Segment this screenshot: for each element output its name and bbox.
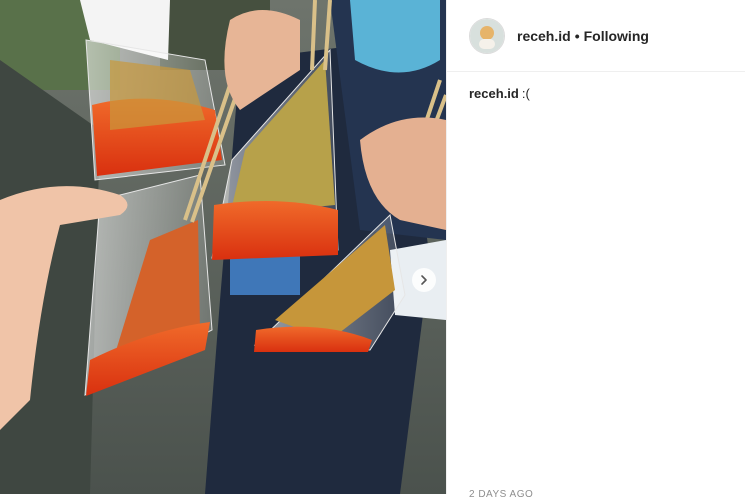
next-photo-button[interactable] [412,268,436,292]
post-photo[interactable] [0,0,446,494]
caption-text: :( [521,86,530,101]
instagram-post: receh.id • Following receh.id:( 2 DAYS AGO [0,0,745,500]
username-link[interactable]: receh.id [517,28,571,44]
separator-dot: • [574,27,580,44]
header-text: receh.id • Following [517,28,649,44]
caption: receh.id:( [447,72,745,101]
chevron-right-icon [421,275,427,285]
following-button[interactable]: Following [584,28,649,44]
post-header: receh.id • Following [447,0,745,72]
photo-image [0,0,446,494]
avatar-image [470,18,504,53]
post-sidebar: receh.id • Following receh.id:( 2 DAYS AGO [446,0,745,500]
post-timestamp[interactable]: 2 DAYS AGO [469,489,533,500]
caption-username[interactable]: receh.id [469,86,519,101]
avatar[interactable] [469,17,505,54]
